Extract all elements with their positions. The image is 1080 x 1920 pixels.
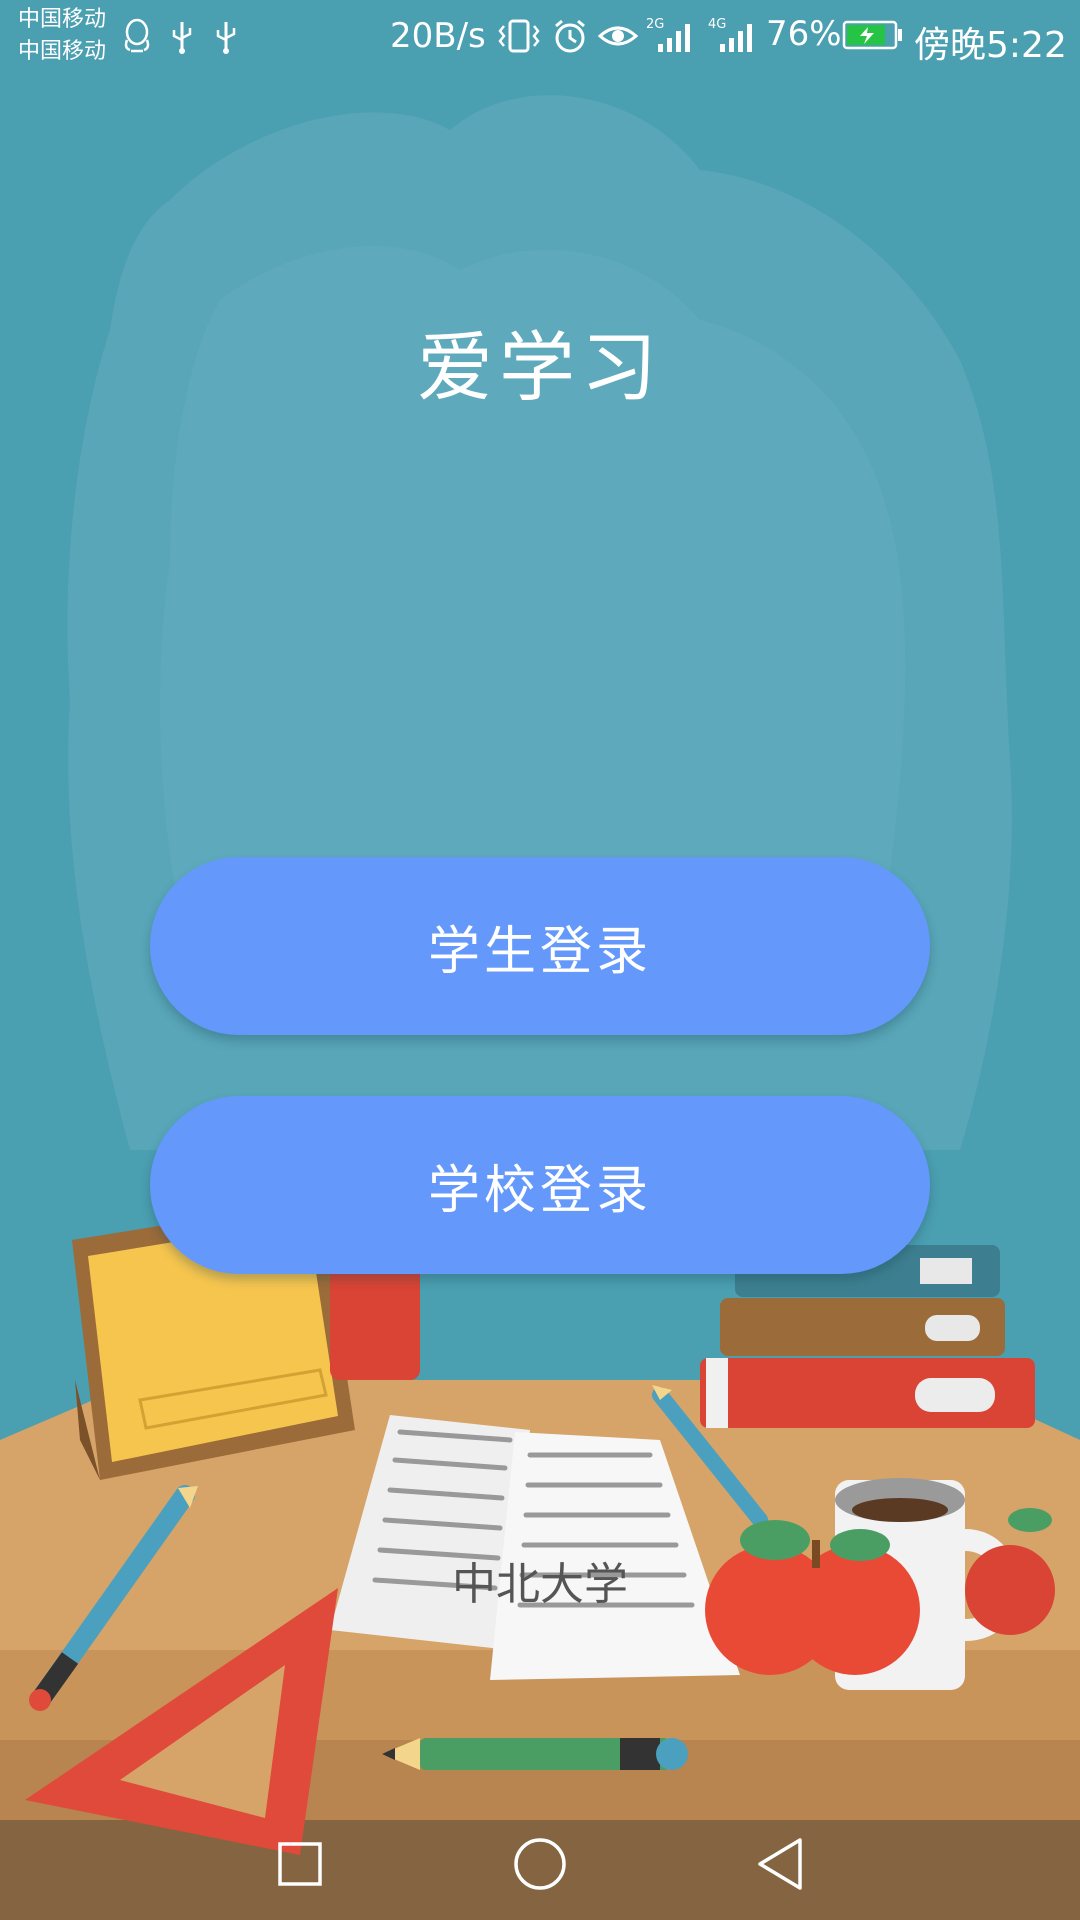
- signal-icon: 2G: [646, 17, 690, 52]
- network-speed: 20B/s: [390, 16, 486, 56]
- app-title: 爱学习: [417, 323, 663, 412]
- battery-percent: 76%: [766, 14, 842, 54]
- student-login-button[interactable]: 学生登录: [150, 857, 930, 1035]
- carrier-2-label: 中国移动: [18, 39, 107, 64]
- status-bar: 中国移动 中国移动 20B/s 2G 4G 76% 傍晚5:22: [0, 0, 1080, 74]
- school-name-label: 中北大学: [452, 1559, 628, 1610]
- recents-square-icon[interactable]: [240, 1820, 360, 1920]
- eye-comfort-icon: [598, 26, 638, 46]
- red-cup: [330, 1260, 420, 1380]
- login-screen: 中国移动 中国移动 20B/s 2G 4G 76% 傍晚5:22 爱学习 学生登…: [0, 0, 1080, 1920]
- svg-text:4G: 4G: [708, 17, 726, 32]
- svg-text:2G: 2G: [646, 17, 664, 32]
- school-login-button[interactable]: 学校登录: [150, 1096, 930, 1274]
- qq-icon: [124, 18, 150, 53]
- carrier-1-label: 中国移动: [18, 7, 107, 32]
- usb-icon: [216, 22, 236, 54]
- pencil-green: [382, 1738, 688, 1770]
- usb-icon: [172, 22, 192, 54]
- home-circle-icon[interactable]: [480, 1820, 600, 1920]
- back-triangle-icon[interactable]: [720, 1820, 840, 1920]
- alarm-icon: [555, 19, 585, 53]
- vibrate-icon: [498, 19, 540, 53]
- navigation-bar: [0, 1820, 1080, 1920]
- signal-icon: 4G: [708, 17, 752, 52]
- clock: 傍晚5:22: [914, 25, 1067, 66]
- battery-charging-icon: [842, 20, 902, 50]
